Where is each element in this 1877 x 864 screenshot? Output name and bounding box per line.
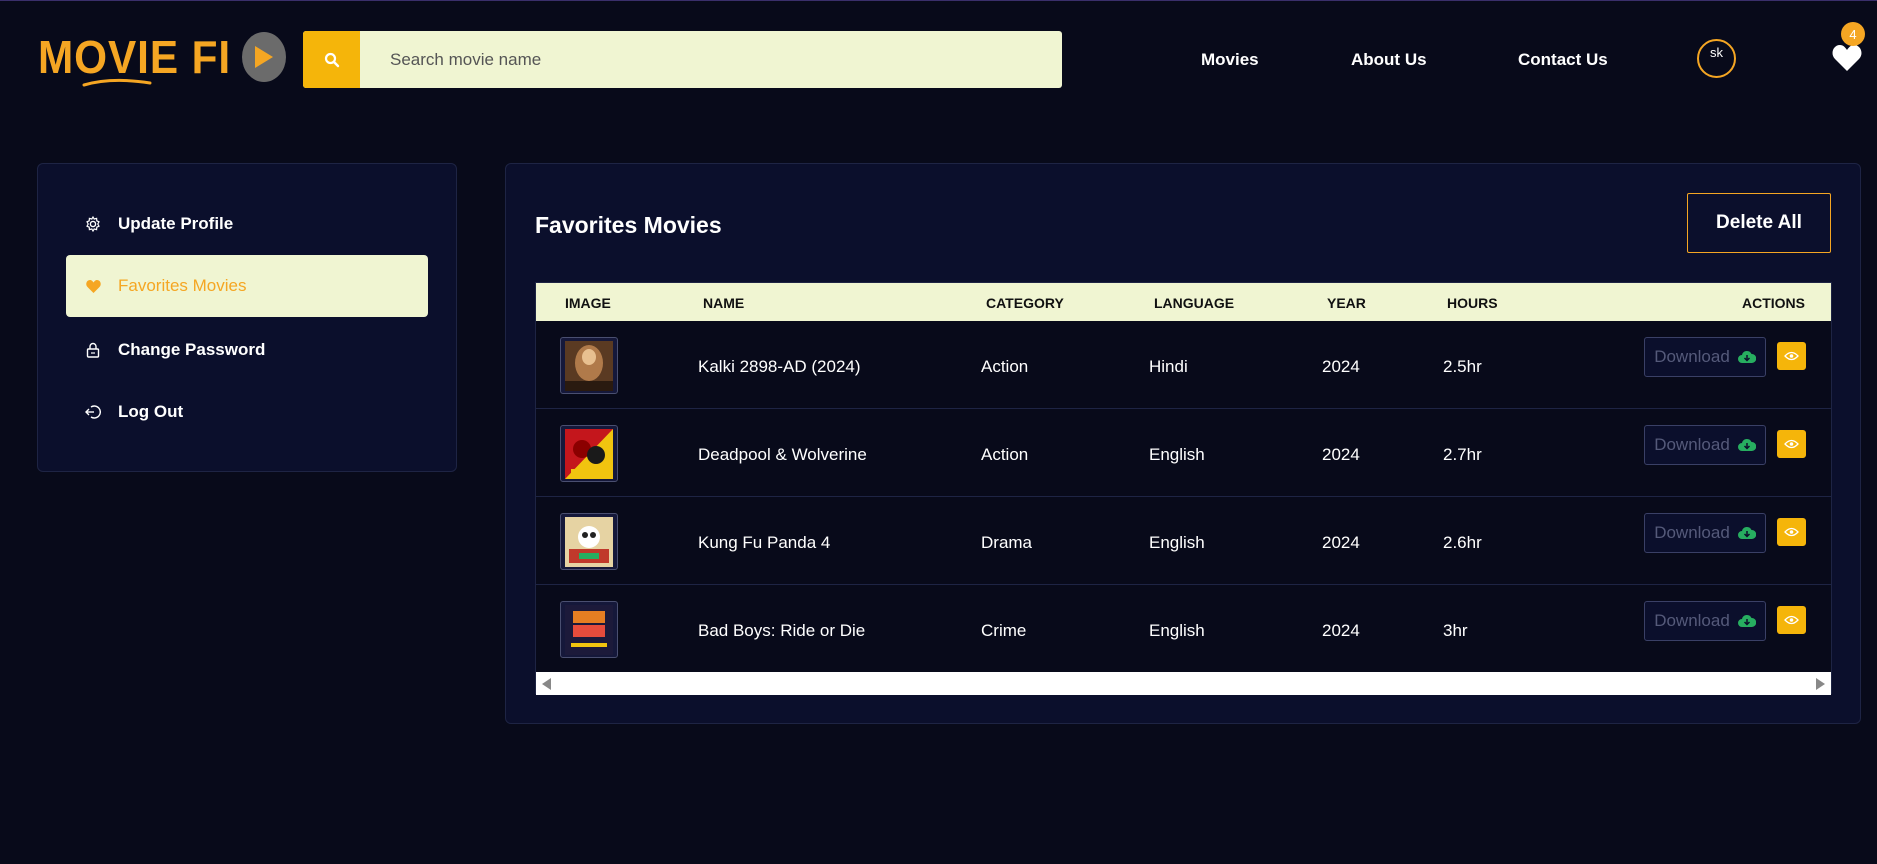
sidebar-item-label: Favorites Movies — [118, 276, 247, 295]
movie-name: Bad Boys: Ride or Die — [698, 621, 866, 640]
sidebar-item-change-password[interactable]: Change Password — [66, 319, 428, 381]
movie-year: 2024 — [1322, 621, 1360, 640]
view-button[interactable] — [1777, 606, 1806, 634]
movie-year: 2024 — [1322, 533, 1360, 552]
delete-all-button[interactable]: Delete All — [1687, 193, 1831, 253]
eye-icon — [1784, 615, 1799, 625]
play-icon — [241, 32, 286, 82]
eye-icon — [1784, 439, 1799, 449]
movie-hours: 2.6hr — [1443, 533, 1482, 552]
scroll-left-icon[interactable] — [540, 677, 552, 691]
sidebar-item-label: Update Profile — [118, 214, 234, 233]
movie-category: Action — [981, 357, 1029, 376]
heart-icon — [84, 277, 102, 295]
cloud-download-icon — [1737, 350, 1756, 363]
nav-contact-us[interactable]: Contact Us — [1518, 50, 1608, 70]
cloud-download-icon — [1737, 438, 1756, 451]
sidebar-item-label: Log Out — [118, 402, 184, 421]
movie-poster[interactable] — [560, 601, 618, 658]
download-label: Download — [1654, 523, 1730, 542]
gear-icon — [84, 215, 102, 233]
logo[interactable]: MOVIE FI — [38, 29, 286, 87]
movie-language: Hindi — [1149, 357, 1188, 376]
favorites-count-badge: 4 — [1841, 22, 1865, 46]
column-header-language: LANGUAGE — [1154, 295, 1235, 311]
nav-movies[interactable]: Movies — [1201, 50, 1259, 70]
column-header-image: IMAGE — [565, 295, 611, 311]
cloud-download-icon — [1737, 614, 1756, 627]
favorites-table: IMAGE NAME CATEGORY LANGUAGE YEAR HOURS … — [535, 282, 1832, 695]
nav-about-us[interactable]: About Us — [1351, 50, 1427, 70]
lock-icon — [84, 341, 102, 359]
column-header-year: YEAR — [1327, 295, 1366, 311]
movie-poster[interactable] — [560, 337, 618, 394]
download-label: Download — [1654, 435, 1730, 454]
search-input[interactable] — [360, 31, 1062, 88]
eye-icon — [1784, 527, 1799, 537]
download-label: Download — [1654, 347, 1730, 366]
search-button[interactable] — [303, 31, 360, 88]
avatar-alt-text: sk — [1710, 45, 1723, 60]
movie-category: Drama — [981, 533, 1033, 552]
table-header: IMAGE NAME CATEGORY LANGUAGE YEAR HOURS … — [536, 283, 1831, 321]
movie-language: English — [1149, 533, 1205, 552]
favorites-panel: Favorites Movies Delete All IMAGE NAME C… — [505, 163, 1861, 724]
cloud-download-icon — [1737, 526, 1756, 539]
table-row: Kalki 2898-AD (2024) Action Hindi 2024 2… — [536, 321, 1831, 409]
search-icon — [324, 52, 339, 67]
table-row: Deadpool & Wolverine Action English 2024… — [536, 409, 1831, 497]
download-button[interactable]: Download — [1644, 337, 1766, 377]
movie-poster[interactable] — [560, 513, 618, 570]
avatar[interactable]: sk — [1697, 39, 1736, 78]
favorites-heart-icon[interactable] — [1831, 43, 1863, 73]
movie-name: Kung Fu Panda 4 — [698, 533, 831, 552]
movie-year: 2024 — [1322, 445, 1360, 464]
movie-hours: 2.5hr — [1443, 357, 1482, 376]
movie-category: Crime — [981, 621, 1027, 640]
eye-icon — [1784, 351, 1799, 361]
download-button[interactable]: Download — [1644, 425, 1766, 465]
movie-category: Action — [981, 445, 1029, 464]
download-button[interactable]: Download — [1644, 513, 1766, 553]
movie-hours: 3hr — [1443, 621, 1468, 640]
logo-swoosh-icon — [82, 78, 152, 87]
movie-language: English — [1149, 445, 1205, 464]
header: MOVIE FI Movies About Us Contact Us sk 4 — [0, 1, 1877, 121]
scroll-right-icon[interactable] — [1815, 677, 1827, 691]
column-header-name: NAME — [703, 295, 745, 311]
view-button[interactable] — [1777, 430, 1806, 458]
search-bar — [303, 31, 1062, 88]
movie-name: Deadpool & Wolverine — [698, 445, 867, 464]
column-header-category: CATEGORY — [986, 295, 1064, 311]
sidebar: Update Profile Favorites Movies Change P… — [37, 163, 457, 472]
page-title: Favorites Movies — [535, 212, 722, 238]
view-button[interactable] — [1777, 342, 1806, 370]
movie-poster[interactable] — [560, 425, 618, 482]
sidebar-item-favorites-movies[interactable]: Favorites Movies — [66, 255, 428, 317]
column-header-hours: HOURS — [1447, 295, 1498, 311]
logout-icon — [84, 403, 102, 421]
table-row: Bad Boys: Ride or Die Crime English 2024… — [536, 585, 1831, 673]
view-button[interactable] — [1777, 518, 1806, 546]
horizontal-scrollbar[interactable] — [536, 672, 1831, 695]
sidebar-item-log-out[interactable]: Log Out — [66, 381, 428, 443]
sidebar-item-update-profile[interactable]: Update Profile — [66, 193, 428, 255]
sidebar-item-label: Change Password — [118, 340, 266, 359]
column-header-actions: ACTIONS — [1742, 295, 1805, 311]
download-label: Download — [1654, 611, 1730, 630]
movie-hours: 2.7hr — [1443, 445, 1482, 464]
download-button[interactable]: Download — [1644, 601, 1766, 641]
movie-language: English — [1149, 621, 1205, 640]
movie-year: 2024 — [1322, 357, 1360, 376]
table-row: Kung Fu Panda 4 Drama English 2024 2.6hr… — [536, 497, 1831, 585]
movie-name: Kalki 2898-AD (2024) — [698, 357, 861, 376]
